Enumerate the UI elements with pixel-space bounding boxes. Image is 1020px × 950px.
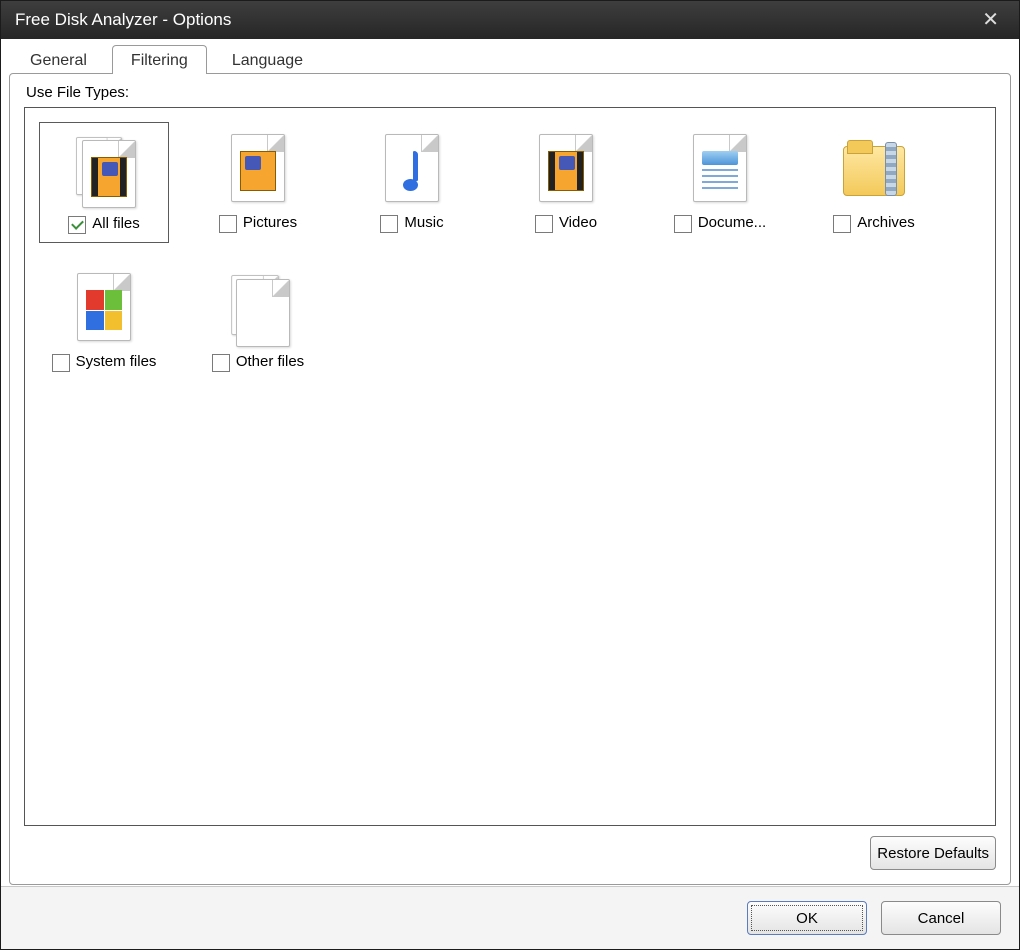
checkbox-all-files[interactable] (68, 216, 86, 234)
cancel-button[interactable]: Cancel (881, 901, 1001, 935)
file-type-system-files[interactable]: System files (39, 261, 169, 380)
client-area: General Filtering Language Use File Type… (1, 39, 1019, 949)
tab-language[interactable]: Language (213, 45, 322, 74)
documents-icon (685, 128, 755, 208)
video-icon (531, 128, 601, 208)
tab-filtering[interactable]: Filtering (112, 45, 207, 74)
file-type-pictures[interactable]: Pictures (193, 122, 323, 243)
pictures-label: Pictures (243, 214, 297, 232)
other-files-label: Other files (236, 353, 304, 371)
restore-defaults-button[interactable]: Restore Defaults (870, 836, 996, 870)
section-label: Use File Types: (26, 84, 996, 101)
title-bar[interactable]: Free Disk Analyzer - Options ✕ (1, 1, 1019, 39)
file-type-documents[interactable]: Docume... (655, 122, 785, 243)
system-files-icon (69, 267, 139, 347)
file-type-other-files[interactable]: Other files (193, 261, 323, 380)
video-label: Video (559, 214, 597, 232)
checkbox-other-files[interactable] (212, 354, 230, 372)
all-files-label: All files (92, 215, 140, 233)
archives-label: Archives (857, 214, 915, 232)
tab-page-filtering: Use File Types: All files (9, 73, 1011, 885)
other-files-icon (223, 267, 293, 347)
music-icon (377, 128, 447, 208)
system-files-label: System files (76, 353, 157, 371)
file-type-archives[interactable]: Archives (809, 122, 939, 243)
checkbox-documents[interactable] (674, 215, 692, 233)
checkbox-pictures[interactable] (219, 215, 237, 233)
options-dialog: Free Disk Analyzer - Options ✕ General F… (0, 0, 1020, 950)
file-type-video[interactable]: Video (501, 122, 631, 243)
tab-general[interactable]: General (11, 45, 106, 74)
checkbox-music[interactable] (380, 215, 398, 233)
tab-strip: General Filtering Language (1, 39, 1019, 74)
documents-label: Docume... (698, 214, 766, 232)
all-files-icon (69, 129, 139, 209)
window-title: Free Disk Analyzer - Options (15, 10, 976, 30)
music-label: Music (404, 214, 443, 232)
archives-icon (839, 128, 909, 208)
checkbox-video[interactable] (535, 215, 553, 233)
ok-button[interactable]: OK (747, 901, 867, 935)
file-type-music[interactable]: Music (347, 122, 477, 243)
dialog-footer: OK Cancel (1, 886, 1019, 949)
file-type-list: All files Pictures (24, 107, 996, 826)
checkbox-archives[interactable] (833, 215, 851, 233)
pictures-icon (223, 128, 293, 208)
checkbox-system-files[interactable] (52, 354, 70, 372)
file-type-all-files[interactable]: All files (39, 122, 169, 243)
close-icon[interactable]: ✕ (976, 6, 1005, 34)
